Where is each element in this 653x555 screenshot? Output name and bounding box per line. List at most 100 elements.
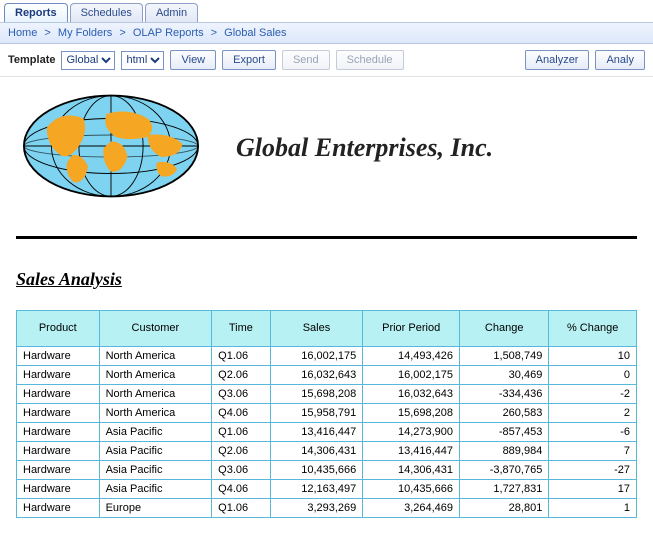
- table-cell: 14,493,426: [363, 347, 460, 366]
- analy-button[interactable]: Analy: [595, 50, 645, 70]
- table-cell: 3,293,269: [270, 499, 363, 518]
- company-title: Global Enterprises, Inc.: [236, 133, 493, 163]
- col-sales: Sales: [270, 311, 363, 347]
- table-cell: Hardware: [17, 347, 100, 366]
- table-cell: 13,416,447: [363, 442, 460, 461]
- table-cell: Q2.06: [212, 442, 270, 461]
- table-cell: Hardware: [17, 404, 100, 423]
- table-cell: 14,306,431: [270, 442, 363, 461]
- table-cell: 14,306,431: [363, 461, 460, 480]
- table-cell: 7: [549, 442, 637, 461]
- breadcrumb-sep: >: [115, 27, 129, 39]
- table-cell: 2: [549, 404, 637, 423]
- table-cell: Q4.06: [212, 404, 270, 423]
- header-row: Global Enterprises, Inc.: [16, 87, 637, 222]
- table-cell: -334,436: [460, 385, 549, 404]
- toolbar: Template Global html View Export Send Sc…: [0, 44, 653, 77]
- table-cell: 260,583: [460, 404, 549, 423]
- table-cell: Hardware: [17, 385, 100, 404]
- table-cell: 16,002,175: [363, 366, 460, 385]
- table-cell: 12,163,497: [270, 480, 363, 499]
- table-cell: 28,801: [460, 499, 549, 518]
- col-change: Change: [460, 311, 549, 347]
- table-cell: 17: [549, 480, 637, 499]
- table-cell: 30,469: [460, 366, 549, 385]
- template-select[interactable]: Global: [61, 51, 115, 70]
- table-row: HardwareAsia PacificQ2.0614,306,43113,41…: [17, 442, 637, 461]
- table-cell: Q1.06: [212, 499, 270, 518]
- sales-table: Product Customer Time Sales Prior Period…: [16, 310, 637, 518]
- tab-bar: Reports Schedules Admin: [0, 0, 653, 22]
- table-cell: Hardware: [17, 442, 100, 461]
- table-cell: 1,508,749: [460, 347, 549, 366]
- col-product: Product: [17, 311, 100, 347]
- tab-schedules[interactable]: Schedules: [70, 3, 143, 22]
- table-cell: 16,002,175: [270, 347, 363, 366]
- analyzer-button[interactable]: Analyzer: [525, 50, 590, 70]
- table-cell: Hardware: [17, 423, 100, 442]
- table-row: HardwareNorth AmericaQ2.0616,032,64316,0…: [17, 366, 637, 385]
- table-cell: Q4.06: [212, 480, 270, 499]
- table-cell: 889,984: [460, 442, 549, 461]
- table-cell: Q3.06: [212, 461, 270, 480]
- table-cell: Asia Pacific: [99, 461, 212, 480]
- table-cell: 1,727,831: [460, 480, 549, 499]
- table-cell: Hardware: [17, 366, 100, 385]
- table-row: HardwareNorth AmericaQ4.0615,958,79115,6…: [17, 404, 637, 423]
- table-cell: Q3.06: [212, 385, 270, 404]
- table-cell: 10: [549, 347, 637, 366]
- report-body: Global Enterprises, Inc. Sales Analysis …: [0, 77, 653, 518]
- table-cell: North America: [99, 385, 212, 404]
- breadcrumb-global-sales[interactable]: Global Sales: [224, 27, 286, 39]
- breadcrumb-home[interactable]: Home: [8, 27, 37, 39]
- table-cell: 15,698,208: [270, 385, 363, 404]
- table-row: HardwareAsia PacificQ1.0613,416,44714,27…: [17, 423, 637, 442]
- table-cell: Hardware: [17, 499, 100, 518]
- breadcrumb-sep: >: [207, 27, 221, 39]
- table-cell: North America: [99, 347, 212, 366]
- table-cell: Q1.06: [212, 347, 270, 366]
- breadcrumb-sep: >: [40, 27, 54, 39]
- table-cell: 15,698,208: [363, 404, 460, 423]
- table-row: HardwareNorth AmericaQ1.0616,002,17514,4…: [17, 347, 637, 366]
- view-button[interactable]: View: [170, 50, 216, 70]
- col-time: Time: [212, 311, 270, 347]
- table-row: HardwareNorth AmericaQ3.0615,698,20816,0…: [17, 385, 637, 404]
- table-cell: Asia Pacific: [99, 442, 212, 461]
- table-cell: 0: [549, 366, 637, 385]
- export-button[interactable]: Export: [222, 50, 276, 70]
- table-cell: North America: [99, 366, 212, 385]
- table-cell: Hardware: [17, 480, 100, 499]
- table-cell: -6: [549, 423, 637, 442]
- send-button: Send: [282, 50, 330, 70]
- table-cell: 3,264,469: [363, 499, 460, 518]
- table-cell: North America: [99, 404, 212, 423]
- table-cell: 1: [549, 499, 637, 518]
- table-cell: Hardware: [17, 461, 100, 480]
- col-pct-change: % Change: [549, 311, 637, 347]
- table-cell: 10,435,666: [363, 480, 460, 499]
- divider: [16, 236, 637, 239]
- table-header-row: Product Customer Time Sales Prior Period…: [17, 311, 637, 347]
- breadcrumb-my-folders[interactable]: My Folders: [58, 27, 112, 39]
- tab-reports[interactable]: Reports: [4, 3, 68, 22]
- table-cell: -857,453: [460, 423, 549, 442]
- schedule-button: Schedule: [336, 50, 404, 70]
- table-row: HardwareAsia PacificQ4.0612,163,49710,43…: [17, 480, 637, 499]
- format-select[interactable]: html: [121, 51, 164, 70]
- table-cell: Asia Pacific: [99, 423, 212, 442]
- table-cell: 10,435,666: [270, 461, 363, 480]
- breadcrumb-olap-reports[interactable]: OLAP Reports: [133, 27, 204, 39]
- table-cell: -3,870,765: [460, 461, 549, 480]
- table-row: HardwareEuropeQ1.063,293,2693,264,46928,…: [17, 499, 637, 518]
- table-cell: 15,958,791: [270, 404, 363, 423]
- tab-admin[interactable]: Admin: [145, 3, 198, 22]
- table-cell: -2: [549, 385, 637, 404]
- table-cell: Asia Pacific: [99, 480, 212, 499]
- table-cell: 14,273,900: [363, 423, 460, 442]
- section-title: Sales Analysis: [16, 269, 637, 290]
- table-row: HardwareAsia PacificQ3.0610,435,66614,30…: [17, 461, 637, 480]
- breadcrumb: Home > My Folders > OLAP Reports > Globa…: [0, 22, 653, 44]
- table-cell: -27: [549, 461, 637, 480]
- table-cell: 13,416,447: [270, 423, 363, 442]
